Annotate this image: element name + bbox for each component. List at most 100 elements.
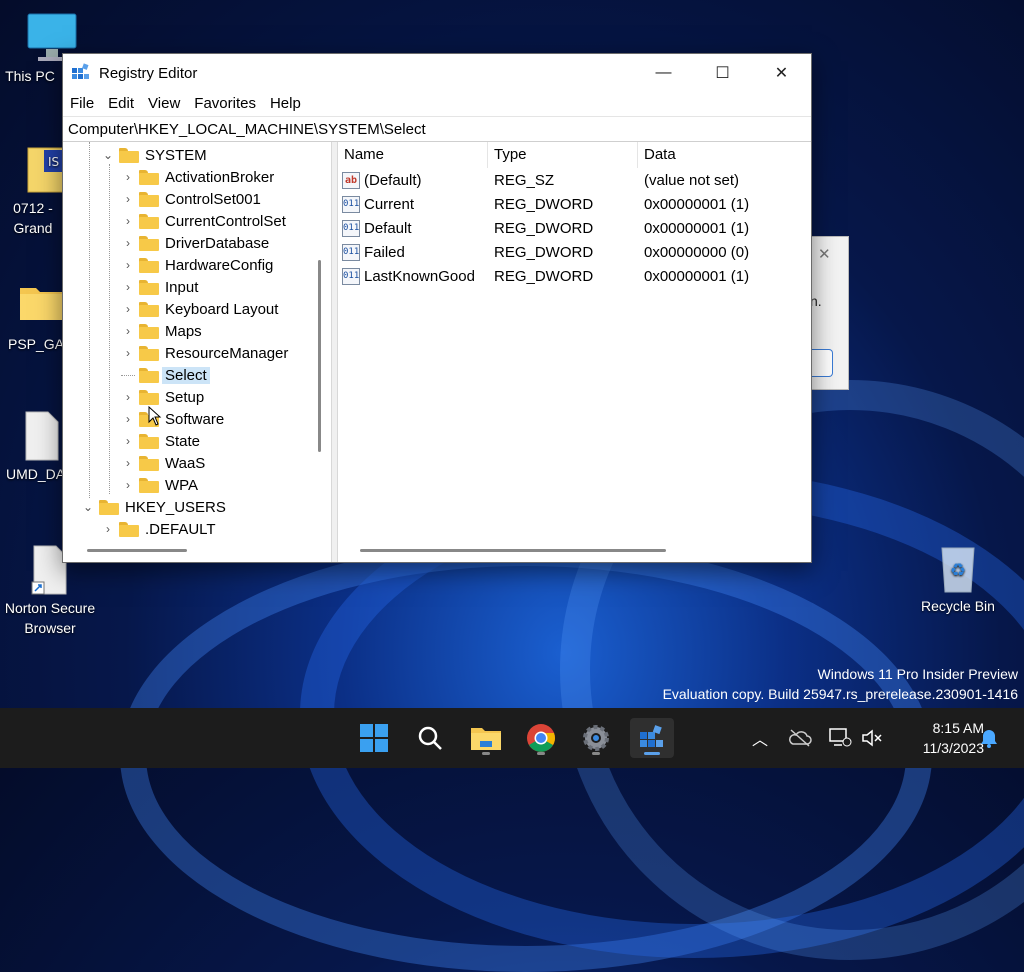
taskbar-settings[interactable] bbox=[576, 718, 616, 758]
minimize-button[interactable]: — bbox=[634, 54, 693, 92]
taskbar-clock[interactable]: 8:15 AM 11/3/2023 bbox=[923, 718, 984, 758]
tree-node-label: Keyboard Layout bbox=[165, 300, 279, 318]
chevron-down-icon[interactable]: ⌄ bbox=[101, 148, 115, 162]
registry-editor-app-icon bbox=[71, 63, 91, 83]
chevron-right-icon[interactable]: › bbox=[101, 522, 115, 536]
chevron-right-icon[interactable]: › bbox=[121, 390, 135, 404]
chevron-right-icon[interactable]: › bbox=[121, 478, 135, 492]
tree-node[interactable]: › ResourceManager bbox=[121, 342, 288, 364]
tree-node[interactable]: › Maps bbox=[121, 320, 202, 342]
tree-node[interactable]: › Software bbox=[121, 408, 224, 430]
close-button[interactable]: ✕ bbox=[752, 54, 811, 92]
address-bar[interactable]: Computer\HKEY_LOCAL_MACHINE\SYSTEM\Selec… bbox=[63, 116, 811, 142]
tree-node[interactable]: › Setup bbox=[121, 386, 204, 408]
column-data[interactable]: Data bbox=[638, 142, 808, 168]
start-button[interactable] bbox=[354, 718, 394, 758]
folder-icon bbox=[139, 191, 159, 207]
tray-notifications[interactable] bbox=[978, 708, 1000, 768]
tree-node[interactable]: › WaaS bbox=[121, 452, 205, 474]
watermark-line-2: Evaluation copy. Build 25947.rs_prerelea… bbox=[662, 686, 1018, 702]
tree-node[interactable]: › ControlSet001 bbox=[121, 188, 261, 210]
tree-horizontal-scrollbar[interactable] bbox=[87, 549, 187, 552]
values-list-pane[interactable]: Name Type Data ab (Default) REG_SZ (value n… bbox=[338, 142, 811, 562]
chrome-icon bbox=[527, 724, 555, 752]
tree-node-hkey-users[interactable]: ⌄ HKEY_USERS bbox=[81, 496, 226, 518]
value-type: REG_DWORD bbox=[494, 195, 594, 213]
folder-icon bbox=[139, 213, 159, 229]
tree-node[interactable]: › DriverDatabase bbox=[121, 232, 269, 254]
value-type: REG_DWORD bbox=[494, 267, 594, 285]
chevron-right-icon[interactable]: › bbox=[121, 412, 135, 426]
tree-node-label: Setup bbox=[165, 388, 205, 406]
watermark-line-1: Windows 11 Pro Insider Preview bbox=[817, 666, 1018, 682]
tray-volume[interactable] bbox=[860, 708, 884, 768]
svg-text:♻: ♻ bbox=[950, 560, 966, 581]
value-name-cell: 011 Default bbox=[338, 219, 488, 237]
value-row[interactable]: ab (Default) REG_SZ (value not set) bbox=[338, 168, 811, 192]
value-row[interactable]: 011 Default REG_DWORD 0x00000001 (1) bbox=[338, 216, 811, 240]
tree-node-label: ActivationBroker bbox=[165, 168, 275, 186]
chevron-down-icon[interactable]: ⌄ bbox=[81, 500, 95, 514]
network-icon bbox=[829, 728, 852, 747]
menu-favorites[interactable]: Favorites bbox=[187, 92, 263, 116]
tree-node[interactable]: › HardwareConfig bbox=[121, 254, 273, 276]
tree-node-system[interactable]: ⌄ SYSTEM bbox=[101, 144, 207, 166]
taskbar-registry-editor[interactable] bbox=[630, 718, 674, 758]
chevron-right-icon[interactable]: › bbox=[121, 324, 135, 338]
search-button[interactable] bbox=[410, 718, 450, 758]
tree-node[interactable]: › Input bbox=[121, 276, 198, 298]
tree-node[interactable]: › State bbox=[121, 430, 200, 452]
dialog-button[interactable] bbox=[810, 349, 833, 377]
value-name-cell: 011 Failed bbox=[338, 243, 488, 261]
value-row[interactable]: 011 LastKnownGood REG_DWORD 0x00000001 (1) bbox=[338, 264, 811, 288]
tree-node[interactable]: Select bbox=[121, 364, 210, 386]
maximize-button[interactable]: ☐ bbox=[693, 54, 752, 92]
menu-edit[interactable]: Edit bbox=[101, 92, 141, 116]
tree-node[interactable]: › Keyboard Layout bbox=[121, 298, 278, 320]
close-icon[interactable]: ✕ bbox=[818, 245, 831, 263]
desktop-icon-recycle-bin[interactable]: ♻ Recycle Bin bbox=[908, 542, 1008, 616]
tree-node-label: ControlSet001 bbox=[165, 190, 261, 208]
tray-onedrive[interactable] bbox=[788, 708, 812, 768]
value-row[interactable]: 011 Failed REG_DWORD 0x00000000 (0) bbox=[338, 240, 811, 264]
title-bar[interactable]: Registry Editor — ☐ ✕ bbox=[63, 54, 811, 92]
tree-node[interactable]: › CurrentControlSet bbox=[121, 210, 286, 232]
tree-node-label: Input bbox=[165, 278, 199, 296]
chevron-right-icon[interactable]: › bbox=[121, 280, 135, 294]
menu-help[interactable]: Help bbox=[263, 92, 308, 116]
value-row[interactable]: 011 Current REG_DWORD 0x00000001 (1) bbox=[338, 192, 811, 216]
value-name: Default bbox=[364, 219, 412, 237]
folder-icon bbox=[139, 235, 159, 251]
menu-bar: File Edit View Favorites Help bbox=[63, 92, 811, 116]
chevron-right-icon[interactable]: › bbox=[121, 302, 135, 316]
tray-network[interactable] bbox=[828, 708, 852, 768]
taskbar-file-explorer[interactable] bbox=[466, 718, 506, 758]
column-name[interactable]: Name bbox=[338, 142, 488, 168]
chevron-right-icon[interactable]: › bbox=[121, 346, 135, 360]
tree-node[interactable]: › WPA bbox=[121, 474, 198, 496]
chevron-up-icon[interactable]: ︿ bbox=[748, 726, 772, 750]
menu-file[interactable]: File bbox=[63, 92, 101, 116]
chevron-right-icon[interactable]: › bbox=[121, 170, 135, 184]
menu-view[interactable]: View bbox=[141, 92, 187, 116]
chevron-right-icon[interactable]: › bbox=[121, 434, 135, 448]
taskbar-chrome[interactable] bbox=[521, 718, 561, 758]
chevron-right-icon[interactable]: › bbox=[121, 456, 135, 470]
chevron-right-icon[interactable]: › bbox=[121, 258, 135, 272]
tree-vertical-scrollbar[interactable] bbox=[318, 260, 321, 452]
tree-node-default[interactable]: › .DEFAULT bbox=[101, 518, 216, 540]
folder-icon bbox=[139, 323, 159, 339]
value-type: REG_SZ bbox=[494, 171, 555, 189]
background-dialog: ✕ n. bbox=[810, 236, 849, 390]
chevron-right-icon[interactable]: › bbox=[121, 192, 135, 206]
registry-editor-window: Registry Editor — ☐ ✕ File Edit View Fav… bbox=[62, 53, 812, 563]
chevron-right-icon[interactable]: › bbox=[121, 214, 135, 228]
value-name-cell: 011 Current bbox=[338, 195, 488, 213]
column-type[interactable]: Type bbox=[488, 142, 638, 168]
values-horizontal-scrollbar[interactable] bbox=[360, 549, 666, 552]
binary-value-icon: 011 bbox=[342, 267, 360, 285]
chevron-right-icon[interactable]: › bbox=[121, 236, 135, 250]
key-tree-pane[interactable]: ⌄ SYSTEM › ActivationBroker › ControlSet001… bbox=[63, 142, 332, 562]
tree-node[interactable]: › ActivationBroker bbox=[121, 166, 274, 188]
tree-node-label: State bbox=[165, 432, 201, 450]
